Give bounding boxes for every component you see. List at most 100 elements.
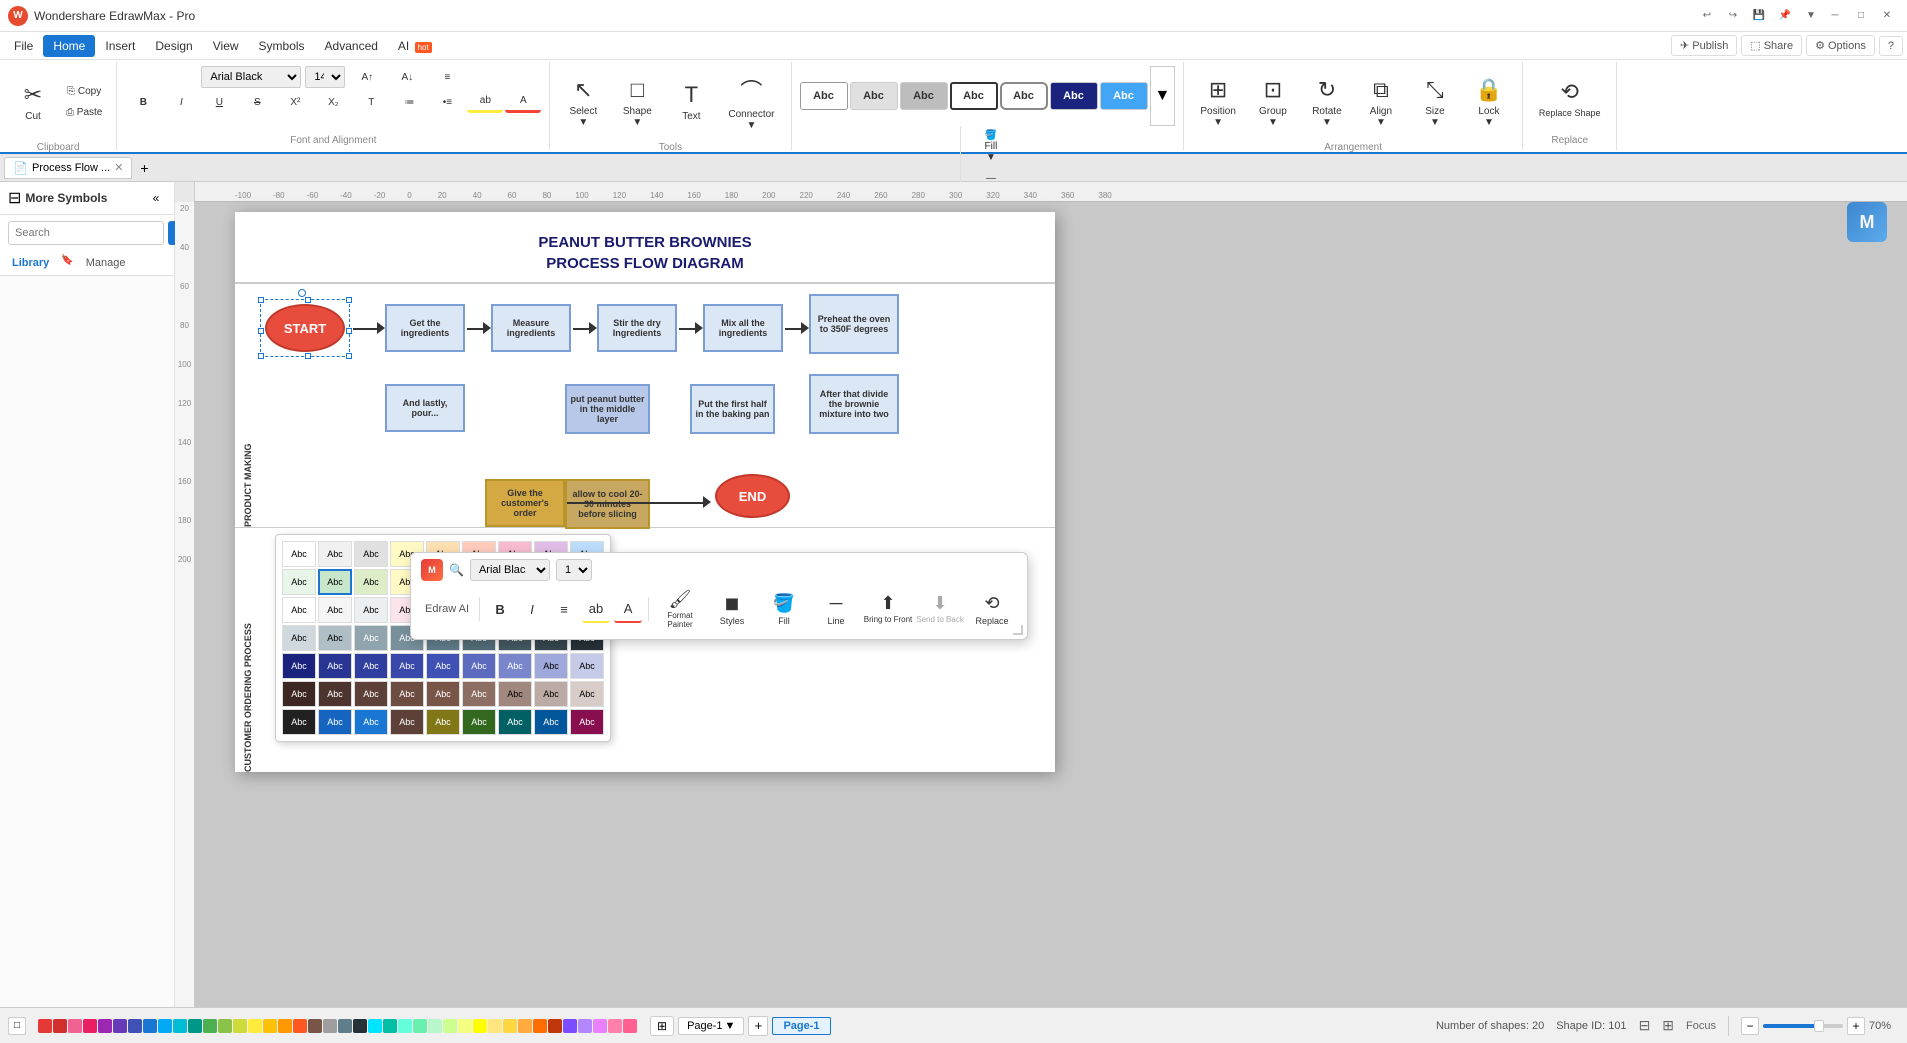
divide-box[interactable]: After that divide the brownie mixture in… [809, 374, 899, 434]
subscript-btn[interactable]: X₂ [315, 93, 351, 112]
color-cyanaccent[interactable] [368, 1019, 382, 1033]
bg-color-btn[interactable]: □ [8, 1017, 26, 1035]
sg-item[interactable]: Abc [390, 653, 424, 679]
color-teallight[interactable] [398, 1019, 412, 1033]
cool-box[interactable]: allow to cool 20-30 minutes before slici… [565, 479, 650, 529]
ft-fill-btn[interactable]: 🪣 Fill [759, 585, 809, 633]
first-half-box[interactable]: Put the first half in the baking pan [690, 384, 775, 434]
color-pinklight[interactable] [608, 1019, 622, 1033]
connector-btn[interactable]: ⌒ Connector ▼ [720, 66, 782, 138]
color-greenaccent[interactable] [413, 1019, 427, 1033]
redo-btn[interactable]: ↪ [1721, 6, 1745, 26]
color-tealaccent[interactable] [383, 1019, 397, 1033]
sg-item[interactable]: Abc [426, 709, 460, 735]
styles-scroll-btn[interactable]: ▼ [1150, 66, 1176, 126]
position-btn[interactable]: ⊞ Position ▼ [1192, 66, 1244, 138]
color-amberlight[interactable] [488, 1019, 502, 1033]
bring-to-front-btn[interactable]: ⬆ Bring to Front [863, 585, 913, 633]
underline-btn[interactable]: U [201, 93, 237, 112]
sg-item[interactable]: Abc [354, 541, 388, 567]
ft-size-select[interactable]: 14 [556, 559, 592, 581]
zoom-in-btn[interactable]: + [1847, 1017, 1865, 1035]
color-deeppurple[interactable] [113, 1019, 127, 1033]
ft-font-select[interactable]: Arial Blac [470, 559, 550, 581]
paste-btn[interactable]: ⎙ Paste [60, 103, 108, 122]
swatch-7[interactable]: Abc [1100, 82, 1148, 110]
color-hotpink[interactable] [83, 1019, 97, 1033]
doc-tab[interactable]: 📄 Process Flow ... ✕ [4, 157, 132, 179]
color-purplelight[interactable] [578, 1019, 592, 1033]
ft-replace-btn[interactable]: ⟲ Replace [967, 585, 1017, 633]
text-btn[interactable]: T Text [666, 66, 716, 138]
color-cyan[interactable] [173, 1019, 187, 1033]
ft-search-icon[interactable]: 🔍 [449, 563, 464, 577]
font-family-select[interactable]: Arial Black [201, 66, 301, 88]
color-pinkaccent[interactable] [593, 1019, 607, 1033]
color-greenlight[interactable] [428, 1019, 442, 1033]
sg-item[interactable]: Abc [354, 709, 388, 735]
sg-item[interactable]: Abc [390, 709, 424, 735]
color-deeporange[interactable] [293, 1019, 307, 1033]
swatch-4[interactable]: Abc [950, 82, 998, 110]
sg-item[interactable]: Abc [534, 709, 568, 735]
color-grey[interactable] [323, 1019, 337, 1033]
ft-align-btn[interactable]: ≡ [550, 595, 578, 623]
color-pinkmid[interactable] [623, 1019, 637, 1033]
handle-bl[interactable] [258, 353, 264, 359]
ft-bold-btn[interactable]: B [486, 595, 514, 623]
save-btn[interactable]: 💾 [1747, 6, 1771, 26]
menu-advanced[interactable]: Advanced [315, 35, 388, 57]
canvas-main[interactable]: -100 -80 -60 -40 -20 0 20 40 60 80 100 1… [195, 182, 1907, 1007]
color-purple[interactable] [98, 1019, 112, 1033]
color-red[interactable] [38, 1019, 52, 1033]
menu-view[interactable]: View [203, 35, 249, 57]
sg-item[interactable]: Abc [498, 653, 532, 679]
doc-close-btn[interactable]: ✕ [114, 161, 123, 174]
handle-bm[interactable] [305, 353, 311, 359]
add-page-btn[interactable]: + [748, 1016, 768, 1036]
sg-item[interactable]: Abc [462, 709, 496, 735]
italic-btn[interactable]: I [163, 93, 199, 112]
maximize-btn[interactable]: □ [1849, 6, 1873, 26]
handle-br[interactable] [346, 353, 352, 359]
color-limeaccent[interactable] [443, 1019, 457, 1033]
rotation-handle[interactable] [298, 289, 306, 297]
sg-item[interactable]: Abc [390, 681, 424, 707]
sg-item[interactable]: Abc [354, 681, 388, 707]
color-orangedark[interactable] [533, 1019, 547, 1033]
stir-box[interactable]: Stir the dry Ingredients [597, 304, 677, 352]
sg-item[interactable]: Abc [462, 681, 496, 707]
sg-item[interactable]: Abc [534, 681, 568, 707]
sg-item[interactable]: Abc [318, 625, 352, 651]
sg-item[interactable]: Abc [354, 597, 388, 623]
group-btn[interactable]: ⊡ Group ▼ [1248, 66, 1298, 138]
replace-shape-btn[interactable]: ⟲ Replace Shape [1531, 66, 1609, 131]
color-pink[interactable] [68, 1019, 82, 1033]
diagram-paper[interactable]: PEANUT BUTTER BROWNIES PROCESS FLOW DIAG… [235, 212, 1055, 772]
color-yellow[interactable] [248, 1019, 262, 1033]
color-darkgrey[interactable] [353, 1019, 367, 1033]
sg-item[interactable]: Abc [426, 653, 460, 679]
sg-item[interactable]: Abc [570, 653, 604, 679]
peanut-box[interactable]: put peanut butter in the middle layer [565, 384, 650, 434]
menu-file[interactable]: File [4, 35, 43, 57]
sg-item[interactable]: Abc [318, 681, 352, 707]
send-to-back-btn[interactable]: ⬇ Send to Back [915, 585, 965, 633]
sg-item[interactable]: Abc [282, 597, 316, 623]
menu-design[interactable]: Design [145, 35, 202, 57]
menu-ai[interactable]: AI hot [388, 35, 442, 57]
ft-styles-btn[interactable]: ◼ Styles [707, 585, 757, 633]
lock-btn[interactable]: 🔒 Lock ▼ [1464, 66, 1514, 138]
shape-btn[interactable]: □ Shape ▼ [612, 66, 662, 138]
add-tab-btn[interactable]: + [134, 158, 154, 178]
font-size-increase-btn[interactable]: A↑ [349, 68, 385, 87]
handle-tm[interactable] [305, 297, 311, 303]
toolbar-resize-handle[interactable] [1013, 625, 1023, 635]
menu-home[interactable]: Home [43, 35, 95, 57]
swatch-2[interactable]: Abc [850, 82, 898, 110]
sg-item[interactable]: Abc [354, 625, 388, 651]
close-btn[interactable]: ✕ [1875, 6, 1899, 26]
cut-btn[interactable]: ✂ Cut [8, 66, 58, 138]
sg-item[interactable]: Abc [534, 653, 568, 679]
bullet-btn[interactable]: •≡ [429, 93, 465, 112]
